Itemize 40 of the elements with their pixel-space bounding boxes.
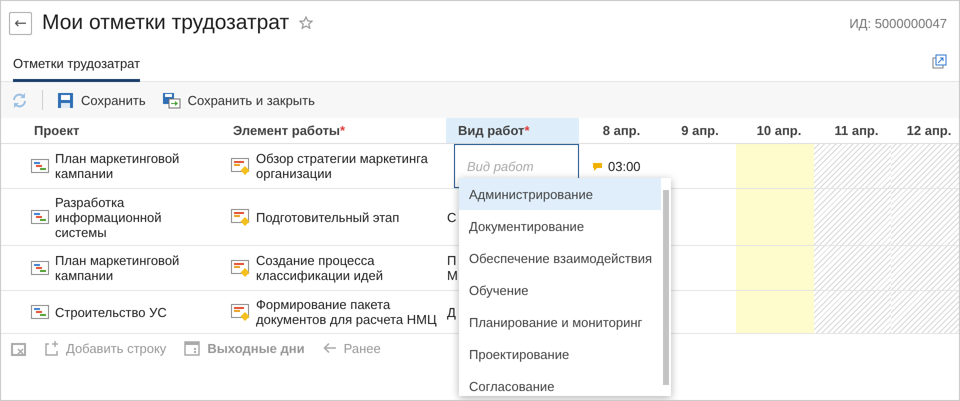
add-row-icon bbox=[44, 340, 59, 356]
dropdown-item[interactable]: Администрирование bbox=[459, 178, 661, 210]
work-item-name: Подготовительный этап bbox=[256, 210, 400, 224]
work-item-name: Создание процесса классификации идей bbox=[256, 253, 384, 283]
refresh-icon bbox=[11, 92, 28, 108]
save-button[interactable]: Сохранить bbox=[55, 92, 148, 108]
calendar-clear-icon bbox=[11, 340, 26, 356]
back-button[interactable]: ← bbox=[9, 12, 32, 34]
gantt-icon bbox=[31, 159, 49, 173]
gantt-icon bbox=[31, 210, 49, 224]
project-name: Разработка информационной системы bbox=[55, 194, 163, 240]
work-type-text: Д bbox=[447, 304, 456, 320]
work-type-text: П М bbox=[447, 253, 458, 283]
project-name: Строительство УС bbox=[55, 304, 167, 320]
task-icon bbox=[231, 304, 250, 320]
hours-value[interactable]: 03:00 bbox=[608, 158, 641, 174]
task-icon bbox=[231, 208, 250, 226]
column-header: Вид работ* bbox=[446, 118, 579, 144]
save-icon bbox=[57, 92, 74, 108]
gantt-icon bbox=[31, 305, 49, 319]
work-item-name: Формирование пакета документов для расчета НМЦ bbox=[256, 297, 438, 327]
calendar-icon bbox=[184, 340, 200, 356]
page-title: Мои отметки трудозатрат bbox=[42, 11, 290, 35]
arrow-left-icon bbox=[322, 342, 337, 354]
day-cell bbox=[891, 246, 959, 291]
project-name: План маркетинговой кампании bbox=[55, 151, 180, 181]
star-icon bbox=[299, 16, 314, 30]
popout-icon[interactable] bbox=[932, 54, 947, 69]
day-cell bbox=[891, 189, 959, 246]
gantt-icon bbox=[31, 261, 49, 275]
record-id: ИД: 5000000047 bbox=[849, 16, 947, 30]
project-name: План маркетинговой кампании bbox=[55, 253, 180, 283]
task-icon bbox=[231, 260, 250, 276]
save-close-icon bbox=[162, 92, 181, 108]
dropdown-item[interactable]: Согласование bbox=[459, 370, 661, 396]
work-item-name: Обзор стратегии маркетинга организации bbox=[256, 151, 429, 181]
task-icon bbox=[231, 158, 250, 174]
save-close-button[interactable]: Сохранить и закрыть bbox=[160, 92, 317, 108]
day-cell bbox=[891, 291, 959, 334]
work-type-text: С bbox=[447, 210, 456, 224]
